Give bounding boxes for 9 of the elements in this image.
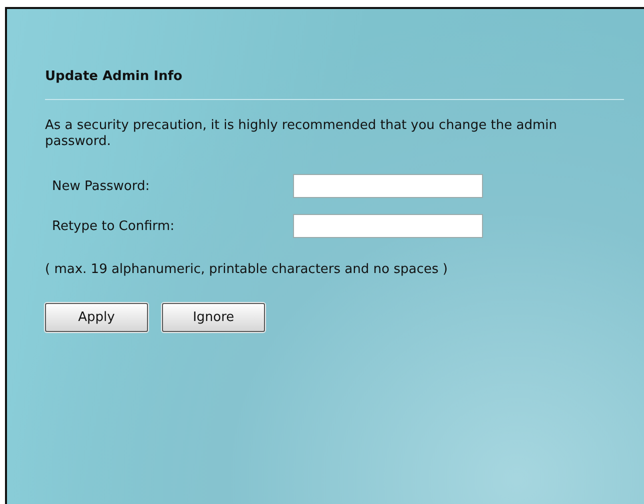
password-field[interactable] [293,214,483,238]
panel-title: Update Admin Info [45,69,184,84]
security-message: As a security precaution, it is highly recommended that you change the admin password. [45,118,558,150]
field-label: Retype to Confirm: [51,218,176,234]
password-field[interactable] [293,174,483,198]
password-hint: ( max. 19 alphanumeric, printable characters and no spaces ) [45,262,449,277]
action-button[interactable]: Apply [45,303,148,332]
field-label: New Password: [51,178,151,194]
action-button[interactable]: Ignore [162,303,265,332]
